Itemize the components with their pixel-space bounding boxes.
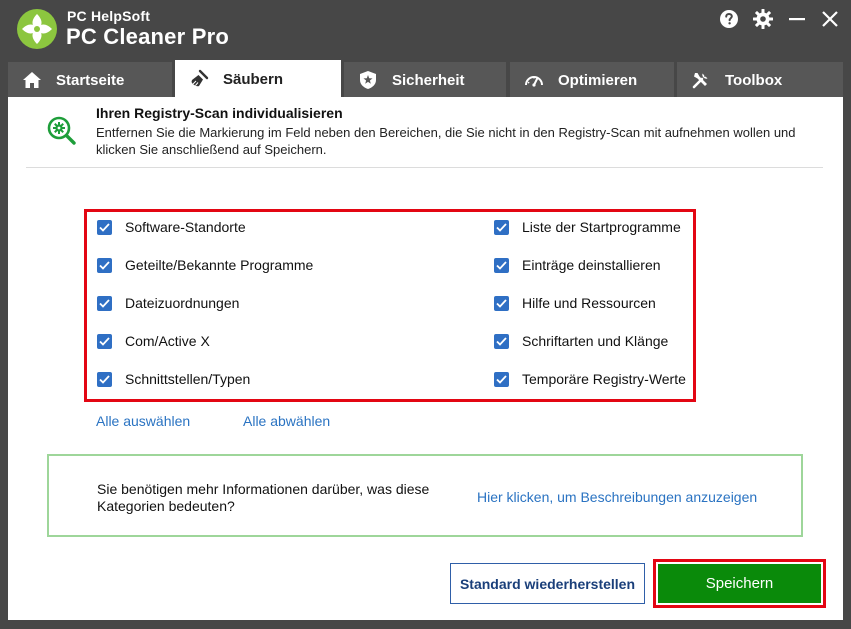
close-button[interactable] <box>818 8 842 30</box>
checkbox-checked[interactable] <box>97 257 112 273</box>
checkbox-checked[interactable] <box>494 333 509 349</box>
section-description: Entfernen Sie die Markierung im Feld neb… <box>96 125 796 157</box>
tab-toolbox[interactable]: Toolbox <box>677 62 843 98</box>
tab-sicherheit[interactable]: Sicherheit <box>344 62 506 98</box>
app-logo-icon <box>17 9 57 49</box>
checkbox-checked[interactable] <box>494 257 509 273</box>
category-label: Com/Active X <box>125 333 210 349</box>
category-label: Geteilte/Bekannte Programme <box>125 257 314 273</box>
category-checkbox-row[interactable]: Schnittstellen/Typen <box>97 371 250 387</box>
settings-button[interactable] <box>751 8 775 30</box>
save-button[interactable]: Speichern <box>658 564 821 603</box>
category-checkbox-row[interactable]: Dateizuordnungen <box>97 295 239 311</box>
checkbox-checked[interactable] <box>97 219 112 235</box>
select-all-link[interactable]: Alle auswählen <box>96 413 190 429</box>
tab-label: Optimieren <box>558 71 638 89</box>
content-panel: Ihren Registry-Scan individualisieren En… <box>8 97 843 620</box>
tab-saeubern[interactable]: Säubern <box>175 60 341 98</box>
checkbox-checked[interactable] <box>97 371 112 387</box>
minimize-button[interactable] <box>785 8 809 30</box>
category-label: Hilfe und Ressourcen <box>522 295 656 311</box>
category-label: Schriftarten und Klänge <box>522 333 669 349</box>
tab-label: Startseite <box>56 71 125 89</box>
info-text: Sie benötigen mehr Informationen darüber… <box>97 481 430 514</box>
show-descriptions-link[interactable]: Hier klicken, um Beschreibungen anzuzeig… <box>477 489 757 505</box>
category-label: Software-Standorte <box>125 219 246 235</box>
category-checkbox-row[interactable]: Hilfe und Ressourcen <box>494 295 656 311</box>
shield-icon <box>358 70 378 90</box>
registry-scan-icon <box>47 116 76 145</box>
category-label: Liste der Startprogramme <box>522 219 681 235</box>
tab-label: Säubern <box>223 70 284 88</box>
save-button-highlight: Speichern <box>653 559 826 608</box>
help-icon <box>720 10 738 28</box>
title-bar: PC HelpSoft PC Cleaner Pro <box>0 0 851 58</box>
restore-default-button[interactable]: Standard wiederherstellen <box>450 563 645 604</box>
category-label: Temporäre Registry-Werte <box>522 371 686 387</box>
category-checkbox-row[interactable]: Com/Active X <box>97 333 210 349</box>
category-label: Schnittstellen/Typen <box>125 371 251 387</box>
checkbox-checked[interactable] <box>97 333 112 349</box>
category-checkbox-row[interactable]: Temporäre Registry-Werte <box>494 371 686 387</box>
category-checkbox-row[interactable]: Einträge deinstallieren <box>494 257 661 273</box>
checkbox-checked[interactable] <box>494 371 509 387</box>
deselect-all-link[interactable]: Alle abwählen <box>243 413 330 429</box>
tab-label: Toolbox <box>725 71 783 89</box>
category-checkbox-row[interactable]: Software-Standorte <box>97 219 246 235</box>
minimize-icon <box>789 18 805 21</box>
category-checkbox-row[interactable]: Geteilte/Bekannte Programme <box>97 257 313 273</box>
gear-icon <box>753 9 773 29</box>
checkbox-checked[interactable] <box>494 219 509 235</box>
gauge-icon <box>524 70 544 90</box>
vendor-name: PC HelpSoft <box>67 8 151 24</box>
category-label: Einträge deinstallieren <box>522 257 661 273</box>
info-box: Sie benötigen mehr Informationen darüber… <box>47 454 803 537</box>
broom-icon <box>189 69 209 89</box>
checkbox-checked[interactable] <box>494 295 509 311</box>
help-button[interactable] <box>717 8 741 30</box>
tab-label: Sicherheit <box>392 71 465 89</box>
main-tabs: Startseite Säubern Sicherheit Optimieren… <box>0 58 851 98</box>
tab-optimieren[interactable]: Optimieren <box>510 62 674 98</box>
tools-icon <box>691 70 711 90</box>
app-title: PC Cleaner Pro <box>66 24 229 49</box>
category-label: Dateizuordnungen <box>125 295 240 311</box>
home-icon <box>22 70 42 90</box>
category-checkbox-row[interactable]: Liste der Startprogramme <box>494 219 681 235</box>
tab-startseite[interactable]: Startseite <box>8 62 172 98</box>
divider <box>26 167 823 168</box>
category-checkbox-row[interactable]: Schriftarten und Klänge <box>494 333 668 349</box>
checkbox-checked[interactable] <box>97 295 112 311</box>
section-title: Ihren Registry-Scan individualisieren <box>96 105 343 121</box>
close-icon <box>822 11 838 27</box>
